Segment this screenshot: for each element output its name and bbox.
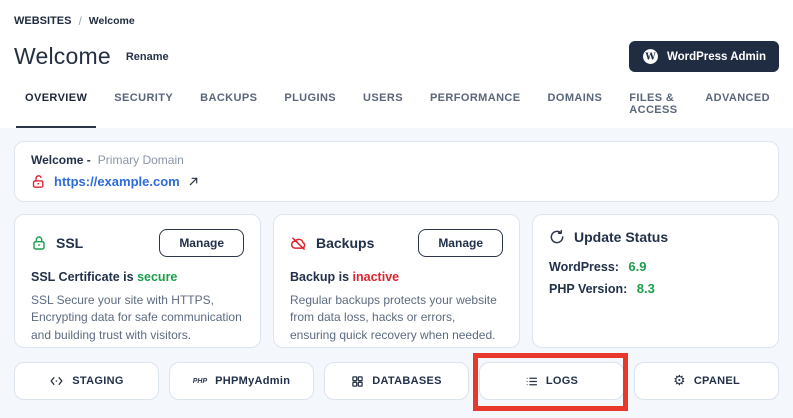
breadcrumb-separator: / [78,14,82,28]
rename-button[interactable]: Rename [126,51,169,63]
tab-performance[interactable]: PERFORMANCE [421,92,530,128]
logs-button[interactable]: LOGS [479,362,624,400]
tab-plugins[interactable]: PLUGINS [275,92,345,128]
domain-type-label: Primary Domain [97,153,184,167]
backups-card-title: Backups [316,235,375,251]
breadcrumb-current: Welcome [88,15,135,27]
databases-button[interactable]: DATABASES [324,362,469,400]
ssl-lock-icon [31,235,47,251]
tab-files-access[interactable]: FILES & ACCESS [620,92,687,128]
ssl-status-text: SSL Certificate is secure [31,270,178,284]
status-cards-row: SSL Manage SSL Certificate is secure SSL… [14,214,779,348]
wordpress-admin-label: WordPress Admin [666,50,766,63]
wordpress-version-value: 6.9 [628,259,647,274]
update-status-title: Update Status [574,229,669,245]
backups-card: Backups Manage Backup is inactive Regula… [273,214,520,348]
tab-advanced[interactable]: ADVANCED [696,92,779,128]
backups-status-value: inactive [352,270,400,284]
update-status-card: Update Status WordPress: 6.9 PHP Version… [532,214,779,348]
staging-button[interactable]: STAGING [14,362,159,400]
tab-security[interactable]: SECURITY [105,92,182,128]
site-url-link[interactable]: https://example.com [54,174,180,189]
ssl-description: SSL Secure your site with HTTPS, Encrypt… [31,293,242,342]
title-row: Welcome Rename W WordPress Admin [14,41,779,72]
domain-card: Welcome - Primary Domain https://example… [14,141,779,202]
tab-backups[interactable]: BACKUPS [191,92,266,128]
breadcrumb-root[interactable]: WEBSITES [14,15,71,27]
staging-label: STAGING [72,375,124,387]
external-link-arrow-icon[interactable] [188,176,199,187]
wordpress-version-label: WordPress: [549,260,619,274]
tab-bar: OVERVIEW SECURITY BACKUPS PLUGINS USERS … [14,92,779,128]
wordpress-version-row: WordPress: 6.9 [549,259,762,274]
logs-label: LOGS [545,375,579,387]
ssl-manage-button[interactable]: Manage [159,229,244,257]
unlocked-padlock-icon [31,174,46,189]
wordpress-admin-button[interactable]: W WordPress Admin [628,41,779,72]
svg-text:W: W [644,52,656,63]
backups-description: Regular backups protects your website fr… [290,293,497,342]
databases-label: DATABASES [372,375,442,387]
ssl-card: SSL Manage SSL Certificate is secure SSL… [14,214,261,348]
backups-manage-button[interactable]: Manage [418,229,503,257]
page-title: Welcome [14,43,111,69]
wordpress-logo-icon: W [642,48,659,65]
php-version-label: PHP Version: [549,282,628,296]
site-name: Welcome - [31,153,91,167]
tab-overview[interactable]: OVERVIEW [16,92,97,128]
php-icon: PHP [192,377,208,385]
ssl-card-title: SSL [56,235,84,251]
phpmyadmin-label: PHPMyAdmin [215,375,291,387]
quick-actions-row: STAGING PHP PHPMyAdmin DATABASES LOGS ⚙ … [14,353,779,411]
cloud-off-icon [290,235,307,252]
gear-icon: ⚙ [672,373,686,389]
page-header: WEBSITES / Welcome Welcome Rename W Word… [0,0,793,128]
backups-status-text: Backup is inactive [290,270,400,284]
php-version-row: PHP Version: 8.3 [549,281,762,296]
refresh-icon [549,229,565,245]
tab-users[interactable]: USERS [354,92,412,128]
code-brackets-icon [49,375,64,387]
tab-domains[interactable]: DOMAINS [539,92,612,128]
grid-icon [351,375,364,388]
cpanel-label: CPANEL [693,375,741,387]
main-content: Welcome - Primary Domain https://example… [0,128,793,411]
php-version-value: 8.3 [636,281,655,296]
list-icon [525,375,538,388]
breadcrumb: WEBSITES / Welcome [14,14,779,28]
phpmyadmin-button[interactable]: PHP PHPMyAdmin [169,362,314,400]
ssl-status-value: secure [137,270,178,284]
cpanel-button[interactable]: ⚙ CPANEL [634,362,779,400]
